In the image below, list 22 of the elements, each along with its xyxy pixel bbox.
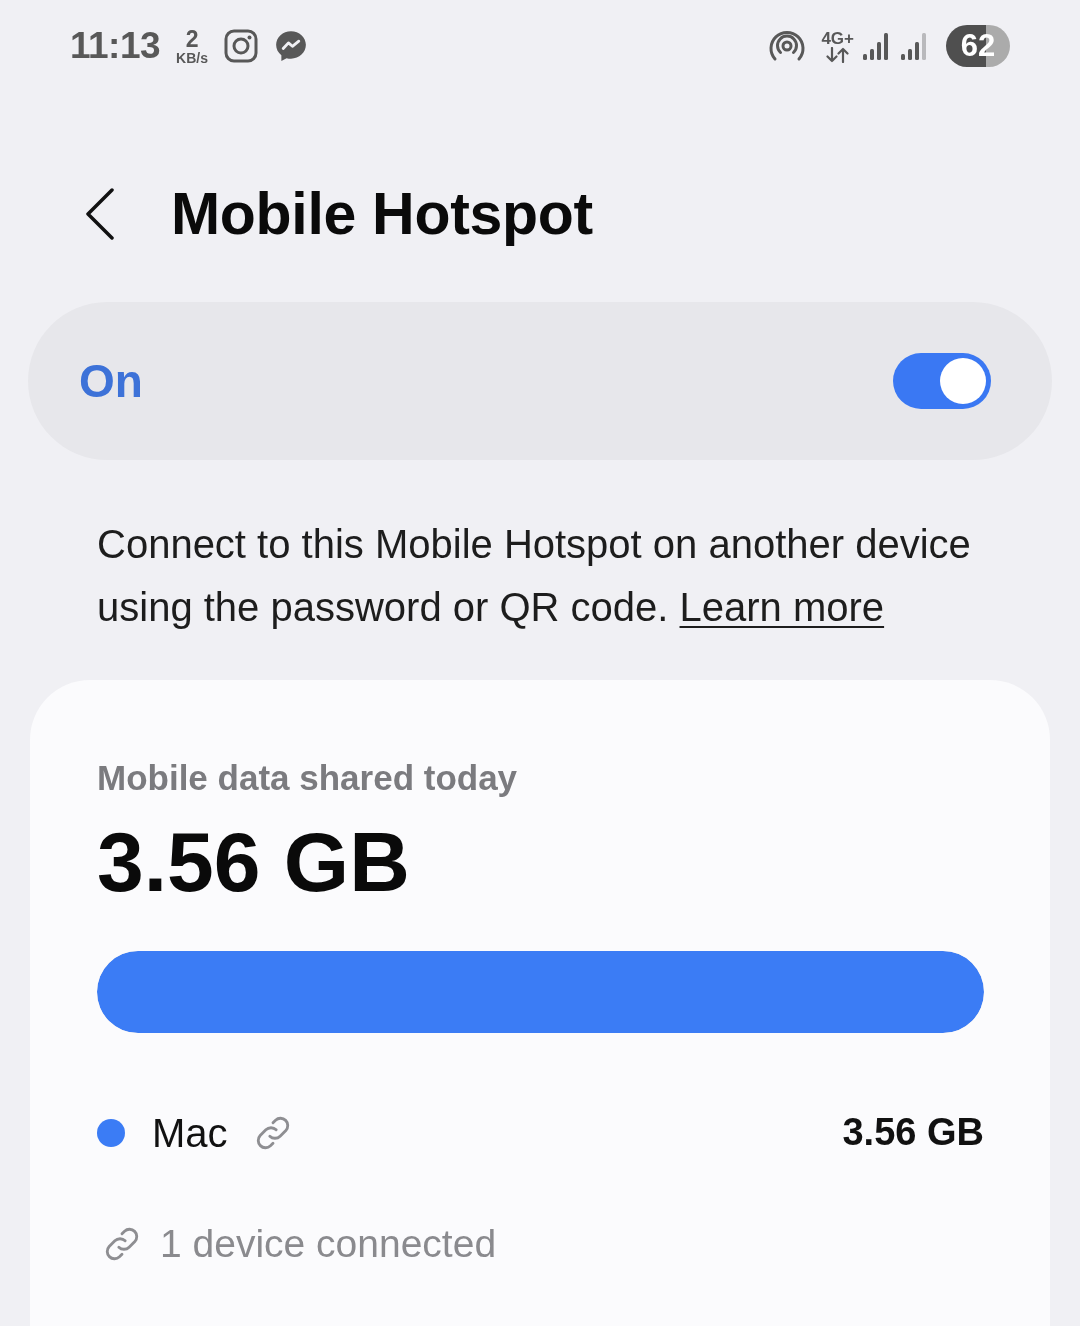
network-speed-value: 2	[185, 27, 199, 51]
toggle-switch[interactable]	[893, 353, 991, 409]
network-type: 4G+	[821, 29, 854, 47]
master-switch-panel[interactable]: On	[28, 302, 1052, 460]
battery-indicator: 62	[946, 25, 1010, 67]
description-text: Connect to this Mobile Hotspot on another device using the password or QR code. Learn more	[96, 521, 972, 631]
usage-total: 3.56 GB	[97, 815, 411, 908]
device-usage: 3.56 GB	[842, 1110, 984, 1156]
messenger-icon	[274, 29, 308, 63]
learn-more-link[interactable]: Learn more	[679, 585, 885, 629]
page-title: Mobile Hotspot	[171, 179, 593, 249]
hotspot-icon	[769, 30, 806, 62]
instagram-icon	[224, 29, 258, 63]
connected-count: 1 device connected	[160, 1220, 497, 1267]
usage-label: Mobile data shared today	[97, 757, 519, 799]
back-button[interactable]	[85, 188, 115, 240]
data-arrows-icon	[825, 46, 850, 63]
network-speed-unit: KB/s	[176, 50, 208, 65]
status-time: 11:13	[70, 24, 161, 69]
back-icon	[85, 188, 115, 240]
switch-label: On	[79, 353, 143, 409]
device-name: Mac	[152, 1109, 228, 1157]
